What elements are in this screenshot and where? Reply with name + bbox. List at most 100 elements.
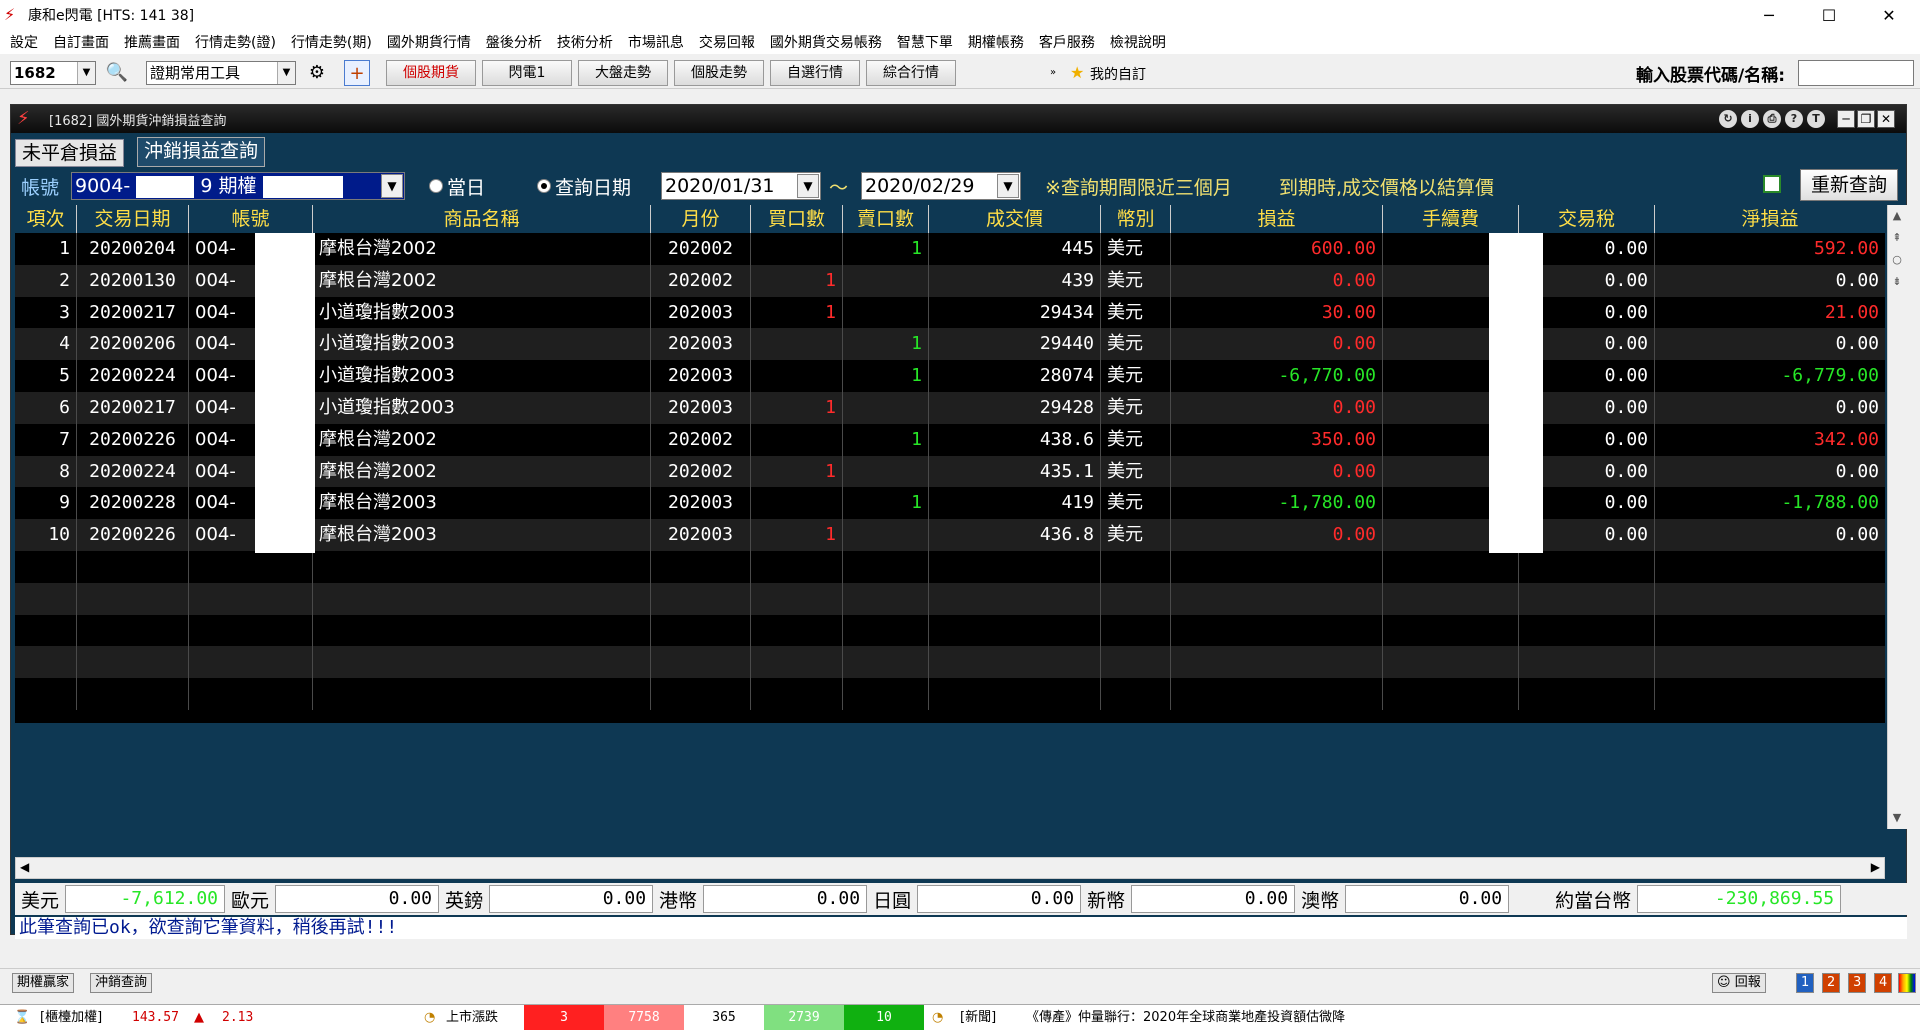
close-button[interactable]: ✕ <box>1866 0 1912 30</box>
child-close-button[interactable]: ✕ <box>1877 110 1895 128</box>
table-row[interactable] <box>15 582 1885 615</box>
clock-icon: ◔ <box>932 1010 944 1025</box>
menu-item-help[interactable]: 檢視說明 <box>1110 32 1166 52</box>
col-header-month[interactable]: 月份 <box>651 205 751 233</box>
index-label[interactable]: [櫃檯加權] <box>40 1005 102 1030</box>
favorites-link[interactable]: 我的自訂 <box>1090 64 1146 84</box>
window-tab-options-winner[interactable]: 期權贏家 <box>12 973 75 993</box>
radio-query-date[interactable] <box>537 179 551 193</box>
chevron-down-icon[interactable]: ▼ <box>277 62 295 84</box>
vertical-scrollbar[interactable]: ▲ ⇞ ○ ⇟ ▼ <box>1887 205 1907 829</box>
requery-button[interactable]: 重新查詢 <box>1800 169 1898 201</box>
col-header-net-pl[interactable]: 淨損益 <box>1655 205 1885 233</box>
maximize-button[interactable]: ☐ <box>1806 0 1852 30</box>
col-header-price[interactable]: 成交價 <box>929 205 1101 233</box>
menu-item-smart-order[interactable]: 智慧下單 <box>897 32 953 52</box>
menu-item-technical[interactable]: 技術分析 <box>557 32 613 52</box>
table-row[interactable] <box>15 678 1885 710</box>
menu-item-foreign-futures-quotes[interactable]: 國外期貨行情 <box>387 32 471 52</box>
col-header-sell-qty[interactable]: 賣口數 <box>843 205 929 233</box>
toolbar-button-lightning1[interactable]: 閃電1 <box>482 60 572 86</box>
cell-no: 6 <box>15 391 77 424</box>
radio-today-label[interactable]: 當日 <box>447 173 485 200</box>
refresh-icon[interactable]: ↻ <box>1719 110 1737 128</box>
toolbar-button-watchlist[interactable]: 自選行情 <box>770 60 860 86</box>
col-header-pl[interactable]: 損益 <box>1171 205 1383 233</box>
tab-closed-pl-query[interactable]: 沖銷損益查詢 <box>137 137 266 167</box>
scroll-page-up-icon[interactable]: ⇞ <box>1888 227 1906 249</box>
layout-3-button[interactable]: 3 <box>1848 973 1867 993</box>
news-headline[interactable]: 《傳產》仲量聯行：2020年全球商業地產投資額估微降 <box>1026 1005 1345 1030</box>
chevron-down-icon[interactable]: ▼ <box>797 174 819 198</box>
chevron-down-icon[interactable]: ▼ <box>381 174 403 198</box>
minimize-button[interactable]: ─ <box>1746 0 1792 30</box>
table-row[interactable] <box>15 646 1885 679</box>
toolbar-button-market-trend[interactable]: 大盤走勢 <box>578 60 668 86</box>
tab-open-position-pl[interactable]: 未平倉損益 <box>15 139 125 167</box>
add-window-icon[interactable]: + <box>344 60 370 86</box>
date-to-picker[interactable]: 2020/02/29 ▼ <box>861 172 1021 200</box>
col-header-no[interactable]: 項次 <box>15 205 77 233</box>
menu-item-recommended-screen[interactable]: 推薦畫面 <box>124 32 180 52</box>
function-code-combo[interactable]: 1682 ▼ <box>10 61 96 85</box>
radio-today[interactable] <box>429 179 443 193</box>
layout-2-button[interactable]: 2 <box>1822 973 1841 993</box>
cell-net-pl <box>1655 646 1885 678</box>
account-select[interactable]: 9004- 9 期權 ▼ <box>71 172 405 200</box>
stock-search-input[interactable] <box>1798 60 1914 86</box>
menu-item-trade-report[interactable]: 交易回報 <box>699 32 755 52</box>
menu-item-futures-trend[interactable]: 行情走勢(期) <box>291 32 372 52</box>
menu-item-options-account[interactable]: 期權帳務 <box>968 32 1024 52</box>
menu-item-custom-screen[interactable]: 自訂畫面 <box>53 32 109 52</box>
table-row[interactable] <box>15 550 1885 583</box>
horizontal-scrollbar[interactable]: ◀ ▶ <box>15 857 1885 879</box>
col-header-fee[interactable]: 手續費 <box>1383 205 1519 233</box>
layout-4-button[interactable]: 4 <box>1874 973 1893 993</box>
col-header-currency[interactable]: 幣別 <box>1101 205 1171 233</box>
cell-buy-qty <box>751 582 843 615</box>
child-minimize-button[interactable]: ─ <box>1837 110 1855 128</box>
col-header-account[interactable]: 帳號 <box>189 205 313 233</box>
color-theme-icon[interactable] <box>1898 973 1916 993</box>
cell-buy-qty <box>751 328 843 361</box>
tool-select[interactable]: 證期常用工具 ▼ <box>146 61 296 85</box>
pin-icon[interactable]: T <box>1807 110 1825 128</box>
search-icon[interactable]: 🔍 <box>104 60 130 86</box>
radio-query-date-label[interactable]: 查詢日期 <box>555 173 631 200</box>
window-tab-closed-query[interactable]: 沖銷查詢 <box>90 973 153 993</box>
toolbar-button-composite[interactable]: 綜合行情 <box>866 60 956 86</box>
chevron-down-icon[interactable]: ▼ <box>77 62 95 84</box>
col-header-trade-date[interactable]: 交易日期 <box>77 205 189 233</box>
cell-price <box>929 646 1101 679</box>
scroll-page-down-icon[interactable]: ⇟ <box>1888 271 1906 293</box>
menu-item-customer-service[interactable]: 客戶服務 <box>1039 32 1095 52</box>
scroll-left-icon[interactable]: ◀ <box>20 860 29 874</box>
scroll-right-icon[interactable]: ▶ <box>1871 860 1880 874</box>
cell-account <box>189 614 313 647</box>
col-header-buy-qty[interactable]: 買口數 <box>751 205 843 233</box>
layout-1-button[interactable]: 1 <box>1796 973 1815 993</box>
info-icon[interactable]: i <box>1741 110 1759 128</box>
col-header-product[interactable]: 商品名稱 <box>313 205 651 233</box>
menu-item-foreign-futures-account[interactable]: 國外期貨交易帳務 <box>770 32 882 52</box>
scroll-home-icon[interactable]: ○ <box>1888 249 1906 271</box>
menu-item-stock-trend[interactable]: 行情走勢(證) <box>195 32 276 52</box>
help-icon[interactable]: ? <box>1785 110 1803 128</box>
chevron-double-down-icon[interactable]: » <box>1050 67 1056 78</box>
toolbar-button-stock-trend[interactable]: 個股走勢 <box>674 60 764 86</box>
menu-item-after-hours[interactable]: 盤後分析 <box>486 32 542 52</box>
print-icon[interactable]: ⎙ <box>1763 110 1781 128</box>
menu-item-settings[interactable]: 設定 <box>10 32 38 52</box>
table-row[interactable] <box>15 614 1885 647</box>
export-icon[interactable] <box>1763 175 1781 193</box>
col-header-tax[interactable]: 交易稅 <box>1519 205 1655 233</box>
scroll-up-icon[interactable]: ▲ <box>1888 205 1906 227</box>
date-from-picker[interactable]: 2020/01/31 ▼ <box>661 172 821 200</box>
chevron-down-icon[interactable]: ▼ <box>997 174 1019 198</box>
toolbar-button-stock-futures[interactable]: 個股期貨 <box>386 60 476 86</box>
tools-icon[interactable]: ⚙ <box>304 60 330 86</box>
report-button[interactable]: ☺ 回報 <box>1712 973 1766 993</box>
menu-item-market-info[interactable]: 市場訊息 <box>628 32 684 52</box>
child-restore-button[interactable]: ❐ <box>1857 110 1875 128</box>
scroll-down-icon[interactable]: ▼ <box>1888 807 1906 829</box>
